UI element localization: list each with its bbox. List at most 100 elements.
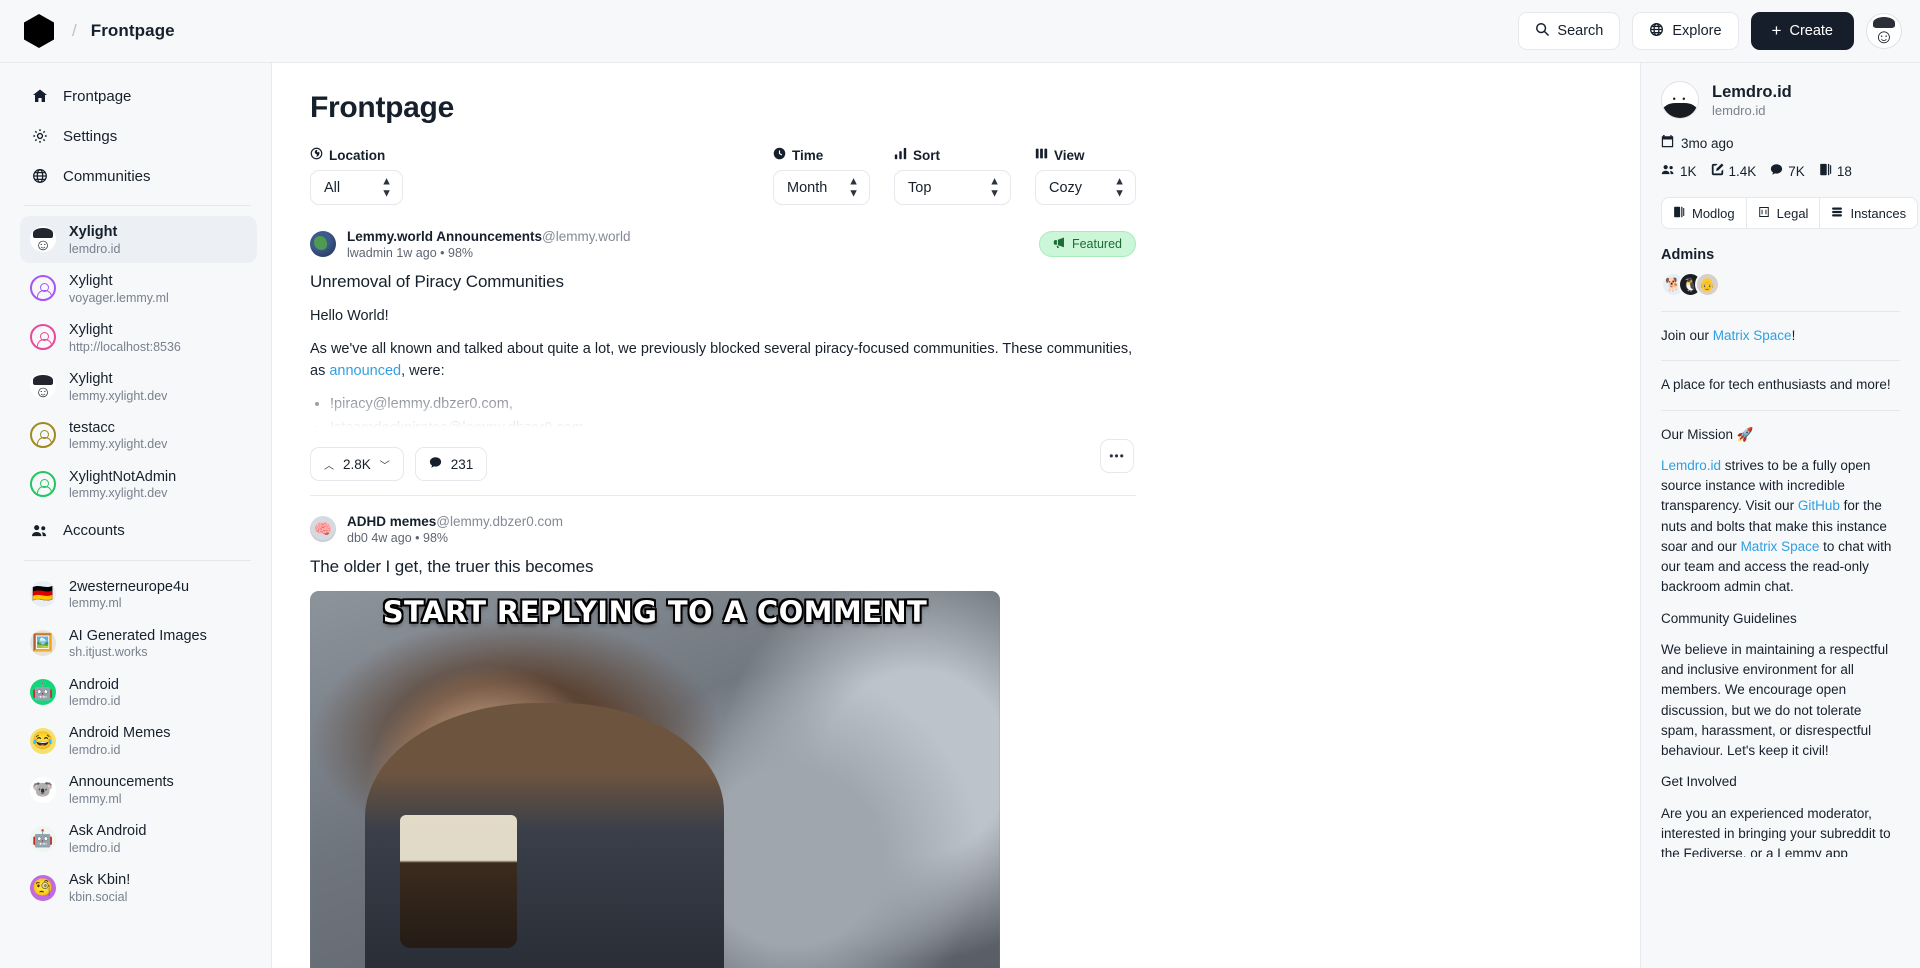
instances-button[interactable]: Instances [1820,197,1919,229]
people-icon [30,522,49,539]
community-item[interactable]: 🇩🇪 2westerneurope4u lemmy.ml [20,571,257,618]
community-text: Ask Android lemdro.id [69,821,146,856]
account-host: lemmy.xylight.dev [69,486,168,501]
sidebar-label-frontpage: Frontpage [63,87,132,105]
instance-button-group: Modlog Legal Instances [1661,197,1919,229]
mission-body: Lemdro.id strives to be a fully open sou… [1661,456,1900,598]
community-item[interactable]: 🐨 Announcements lemmy.ml [20,766,257,813]
account-host: lemmy.xylight.dev [69,388,168,403]
list-item: !steamdeckpirates@lemmy.dbzer0.com, [330,417,1136,433]
instances-button-label: Instances [1850,205,1907,221]
account-item[interactable]: Xylight http://localhost:8536 [20,314,257,361]
account-item[interactable]: XylightNotAdmin lemmy.xylight.dev [20,461,257,508]
account-item[interactable]: Xylight voyager.lemmy.ml [20,265,257,312]
post-title[interactable]: The older I get, the truer this becomes [310,557,1136,577]
community-text: Announcements lemmy.ml [69,772,174,807]
view-select[interactable]: Cozy [1035,170,1136,205]
matrix-space-link[interactable]: Matrix Space [1713,328,1792,343]
vote-pill[interactable]: ︿ 2.8K ﹀ [310,447,404,481]
announced-link[interactable]: announced [329,363,401,379]
comments-pill[interactable]: 231 [414,447,488,481]
admin-avatar[interactable]: 👴 [1695,272,1720,297]
top-bar: / Frontpage Search Explore + Create [0,0,1920,63]
community-item[interactable]: 😂 Android Memes lemdro.id [20,717,257,764]
community-avatar[interactable]: 🧠 [310,516,336,542]
account-item[interactable]: Xylightlemmy.xylight.dev [20,363,257,410]
modlog-button[interactable]: Modlog [1661,197,1747,229]
instance-age-row: 3mo ago [1661,135,1900,151]
join-prefix: Join our [1661,328,1713,343]
sidebar-item-frontpage[interactable]: Frontpage [20,77,257,115]
account-text: Xylight lemdro.id [69,222,120,257]
post-age: 1w ago [396,246,437,260]
admins-title: Admins [1661,247,1715,263]
account-host: http://localhost:8536 [69,339,181,354]
account-name: XylightNotAdmin [69,468,177,485]
location-select[interactable]: All [310,170,403,205]
clock-icon [773,147,786,163]
sidebar-label-accounts: Accounts [63,522,125,540]
account-item[interactable]: testacc lemmy.xylight.dev [20,412,257,459]
community-name: Ask Kbin! [69,872,131,889]
community-avatar[interactable] [310,231,336,257]
globe-icon [1649,22,1664,41]
filter-sort-label-row: Sort [894,147,1011,163]
app-logo-icon[interactable] [24,14,54,48]
post-community[interactable]: Lemmy.world Announcements@lemmy.world [347,229,631,244]
community-name: Android [69,676,119,693]
sidebar-item-communities[interactable]: Communities [20,157,257,195]
post-item[interactable]: Featured Lemmy.world Announcements@lemmy… [310,229,1136,496]
post-author[interactable]: lwadmin [347,246,393,260]
meme-top-caption: START REPLYING TO A COMMENT [382,595,928,629]
post-item[interactable]: 🧠 ADHD memes@lemmy.dbzer0.com db0 4w ago… [310,514,1136,968]
post-author[interactable]: db0 [347,531,368,545]
community-name: Android Memes [69,725,171,742]
stat-users-value: 1K [1680,163,1697,179]
post-byline: ADHD memes@lemmy.dbzer0.com db0 4w ago •… [347,514,563,545]
post-title[interactable]: Unremoval of Piracy Communities [310,272,1136,292]
admins-row: 🐕 🐧 👴 [1661,272,1900,297]
community-item[interactable]: 🖼️ AI Generated Images sh.itjust.works [20,620,257,667]
sidebar-item-settings[interactable]: Settings [20,117,257,155]
sidebar-item-accounts[interactable]: Accounts [20,512,257,550]
community-host: lemdro.id [69,841,121,855]
post-image[interactable]: START REPLYING TO A COMMENT REALIZE HALF… [310,591,1000,968]
page-title: Frontpage [310,91,454,124]
search-button[interactable]: Search [1518,12,1621,50]
sidebar-label-settings: Settings [63,127,118,145]
legal-button-label: Legal [1776,205,1809,221]
community-item[interactable]: 🧐 Ask Kbin! kbin.social [20,864,257,911]
breadcrumb-separator: / [72,21,77,40]
mission-title: Our Mission 🚀 [1661,426,1754,442]
meta-separator: • [415,531,420,545]
stat-comments-value: 7K [1788,163,1805,179]
community-text: Ask Kbin! kbin.social [69,870,130,905]
community-item[interactable]: 🤖 Ask Android lemdro.id [20,815,257,862]
sort-select[interactable]: Top [894,170,1011,205]
time-select[interactable]: Month [773,170,870,205]
post-more-options-button[interactable]: ••• [1100,439,1134,473]
stat-comments: 7K [1770,163,1805,179]
account-item[interactable]: Xylightlemdro.id [20,216,257,263]
sidebar-label-communities: Communities [63,167,151,185]
user-avatar[interactable] [1866,13,1902,49]
upvote-icon[interactable]: ︿ [324,457,334,472]
create-button[interactable]: + Create [1750,12,1854,50]
community-item[interactable]: 🤖 Android lemdro.id [20,669,257,716]
post-community[interactable]: ADHD memes@lemmy.dbzer0.com [347,514,563,529]
lemdroid-link[interactable]: Lemdro.id [1661,458,1721,473]
top-bar-actions: Search Explore + Create [1518,12,1902,50]
downvote-icon[interactable]: ﹀ [380,457,390,472]
legal-button[interactable]: Legal [1746,197,1821,229]
main-content: Frontpage Location All ▲ ▼ Time Month ▲ … [272,63,1640,968]
matrix-space-link[interactable]: Matrix Space [1741,539,1820,554]
stat-posts: 1.4K [1711,163,1756,179]
account-text: Xylight voyager.lemmy.ml [69,271,169,306]
github-link[interactable]: GitHub [1798,498,1840,513]
post-age: 4w ago [371,531,412,545]
explore-button[interactable]: Explore [1632,12,1739,50]
guidelines-body: We believe in maintaining a respectful a… [1661,641,1889,758]
community-name: 2westerneurope4u [69,578,190,595]
post-community-name: Lemmy.world Announcements [347,229,543,244]
stat-communities-value: 18 [1836,163,1852,179]
